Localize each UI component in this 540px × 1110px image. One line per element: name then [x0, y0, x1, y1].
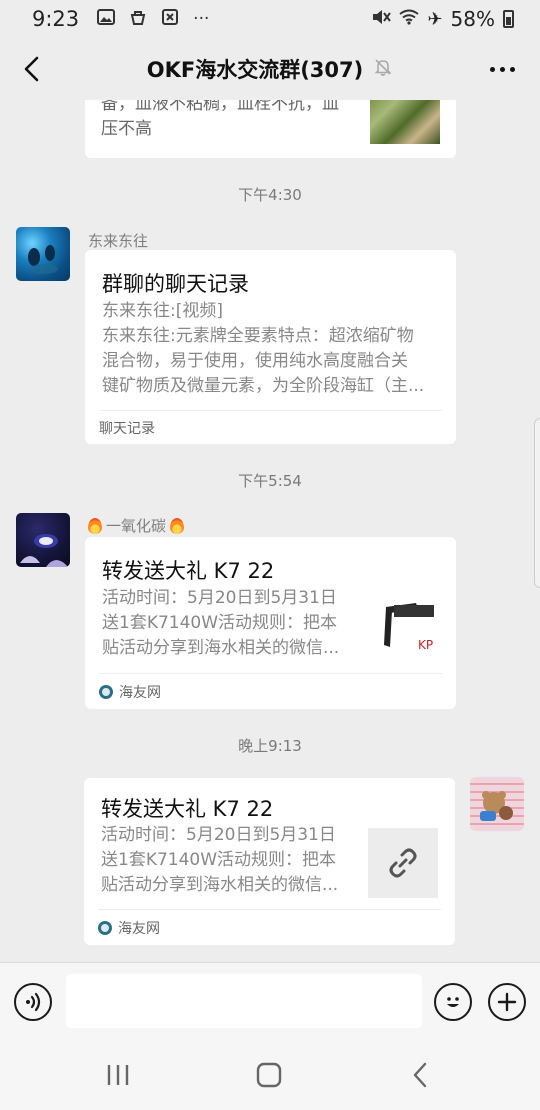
battery-percent: 58%	[450, 7, 495, 31]
site-logo-icon	[98, 920, 112, 935]
svg-text:KP: KP	[418, 638, 433, 652]
link-card-line: 活动时间：5月20日到5月31日	[102, 588, 337, 608]
card-footer: 海友网	[99, 673, 442, 709]
link-card[interactable]: 转发送大礼 K7 22 活动时间：5月20日到5月31日 送1套K7140W活动…	[84, 778, 455, 945]
sender-name: 东来东往	[88, 230, 148, 251]
chat-header: OKF海水交流群(307)	[0, 38, 540, 100]
chat-messages[interactable]: 备，血液不粘稠，血栓不抗，血 压不高 下午4:30 东来东往 群聊的聊天记录 东…	[0, 100, 540, 962]
chat-record-line: 键矿物质及微量元素，为全阶段海缸（主...	[102, 376, 425, 396]
voice-button[interactable]	[14, 983, 52, 1021]
more-button[interactable]	[484, 56, 520, 82]
bear-sticker-icon	[480, 791, 513, 821]
wifi-icon	[399, 9, 420, 30]
partial-line-2: 压不高	[101, 119, 152, 139]
chevron-left-icon	[24, 56, 39, 82]
bag-icon	[129, 8, 147, 31]
chat-title: OKF海水交流群(307)	[147, 54, 394, 84]
mute-icon	[371, 8, 392, 31]
status-bar: 9:23 ··· ✈ 58%	[0, 0, 540, 38]
link-card-line: 贴活动分享到海水相关的微信...	[101, 875, 339, 895]
timestamp: 下午4:30	[238, 186, 302, 204]
message-input[interactable]	[66, 974, 422, 1028]
sender-name-text: 东来东往	[88, 232, 149, 250]
timestamp: 晚上9:13	[238, 737, 302, 755]
chat-record-line: 混合物，易于使用，使用纯水高度融合关	[102, 351, 408, 371]
edge-panel-handle[interactable]	[534, 418, 540, 588]
link-card-line: 活动时间：5月20日到5月31日	[101, 825, 336, 845]
link-source: 海友网	[119, 684, 161, 701]
battery-icon	[503, 10, 514, 28]
back-icon	[413, 1062, 427, 1088]
fire-icon	[88, 517, 102, 534]
home-button[interactable]	[249, 1058, 289, 1092]
link-card-line: 送1套K7140W活动规则：把本	[101, 850, 337, 870]
voice-icon	[26, 992, 41, 1012]
more-dot	[489, 66, 495, 72]
coral-fish-icon	[20, 534, 68, 567]
plus-icon	[497, 992, 517, 1012]
partial-message-card[interactable]: 备，血液不粘稠，血栓不抗，血 压不高	[85, 100, 456, 158]
plant-thumbnail	[370, 100, 440, 144]
link-card-line: 贴活动分享到海水相关的微信...	[102, 638, 340, 658]
chat-record-card[interactable]: 群聊的聊天记录 东来东往:[视频] 东来东往:元素牌全要素特点：超浓缩矿物 混合…	[85, 250, 456, 444]
system-nav-bar	[0, 1040, 540, 1110]
bell-off-icon	[373, 57, 393, 82]
site-logo-icon	[99, 684, 113, 699]
link-card-line: 送1套K7140W活动规则：把本	[102, 613, 338, 633]
back-button[interactable]	[12, 48, 52, 90]
fire-icon	[170, 517, 185, 534]
sync-icon	[161, 8, 179, 31]
sender-name: 一氧化碳	[88, 515, 185, 536]
chat-record-title: 群聊的聊天记录	[102, 272, 249, 296]
group-name: OKF海水交流群(307)	[146, 58, 364, 82]
chat-record-line: 东来东往:元素牌全要素特点：超浓缩矿物	[102, 326, 414, 346]
add-button[interactable]	[488, 983, 526, 1021]
diver-silhouette-icon	[28, 245, 58, 274]
image-icon	[97, 8, 116, 30]
avatar[interactable]	[16, 513, 70, 567]
more-dots-icon: ···	[193, 9, 210, 29]
link-card-title: 转发送大礼 K7 22	[101, 797, 274, 821]
link-thumbnail	[368, 828, 438, 898]
more-dot	[499, 66, 505, 72]
card-footer: 聊天记录	[99, 410, 442, 444]
home-icon	[256, 1062, 282, 1088]
card-footer: 海友网	[98, 909, 441, 945]
partial-line-1: 备，血液不粘稠，血栓不抗，血	[101, 100, 339, 114]
link-source: 海友网	[118, 920, 160, 937]
input-bar	[0, 962, 540, 1040]
recents-button[interactable]	[98, 1058, 138, 1092]
link-card[interactable]: 转发送大礼 K7 22 活动时间：5月20日到5月31日 送1套K7140W活动…	[85, 537, 456, 709]
sender-name-text: 一氧化碳	[106, 517, 167, 535]
system-back-button[interactable]	[400, 1058, 440, 1092]
emoji-button[interactable]	[434, 983, 472, 1021]
link-icon	[389, 848, 417, 878]
airplane-icon: ✈	[427, 8, 443, 30]
link-card-title: 转发送大礼 K7 22	[102, 559, 275, 583]
product-thumbnail: KP	[374, 595, 444, 665]
chat-record-line: 东来东往:[视频]	[102, 301, 223, 321]
avatar[interactable]	[16, 227, 70, 281]
timestamp: 下午5:54	[238, 472, 302, 490]
chat-record-footer: 聊天记录	[99, 420, 155, 437]
my-avatar[interactable]	[470, 777, 524, 831]
emoji-icon	[447, 997, 459, 1007]
recents-icon	[107, 1065, 129, 1085]
status-time: 9:23	[32, 7, 80, 31]
more-dot	[509, 66, 515, 72]
